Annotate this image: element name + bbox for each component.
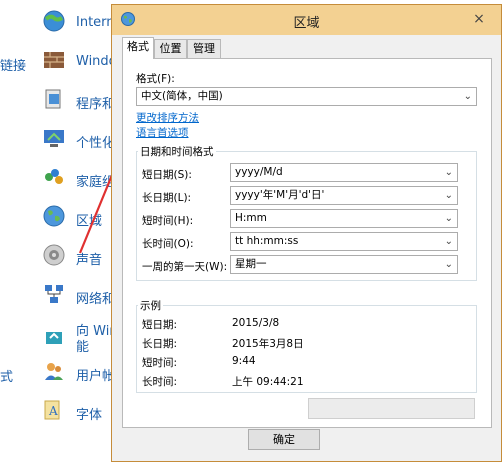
datetime-group-title: 日期和时间格式 [138, 144, 216, 159]
example-long-date-value: 2015年3月8日 [232, 338, 304, 350]
example-short-date-label: 短日期: [142, 319, 178, 331]
short-date-select[interactable]: yyyy/M/d ⌄ [230, 163, 458, 182]
chevron-down-icon: ⌄ [444, 259, 453, 270]
short-date-label: 短日期(S): [142, 169, 192, 181]
chevron-down-icon: ⌄ [444, 236, 453, 247]
example-long-time-value: 上午 09:44:21 [232, 376, 304, 388]
short-date-value: yyyy/M/d [235, 166, 283, 178]
long-time-label: 长时间(O): [142, 238, 194, 250]
long-date-value: yyyy'年'M'月'd'日' [235, 189, 325, 201]
chevron-down-icon: ⌄ [463, 91, 472, 102]
change-sort-link[interactable]: 更改排序方法 [136, 110, 199, 125]
chevron-down-icon: ⌄ [444, 213, 453, 224]
short-time-select[interactable]: H:mm ⌄ [230, 209, 458, 228]
examples-group [136, 305, 477, 393]
tab-location[interactable]: 位置 [154, 39, 187, 59]
long-date-select[interactable]: yyyy'年'M'月'd'日' ⌄ [230, 186, 458, 205]
examples-group-title: 示例 [138, 298, 163, 313]
short-time-label: 短时间(H): [142, 215, 194, 227]
first-day-value: 星期一 [235, 258, 267, 270]
chevron-down-icon: ⌄ [444, 167, 453, 178]
format-tab-panel: 格式(F): 中文(简体，中国) ⌄ 更改排序方法 语言首选项 日期和时间格式 … [122, 58, 492, 428]
short-time-value: H:mm [235, 212, 267, 224]
language-preferences-link[interactable]: 语言首选项 [136, 125, 189, 140]
example-short-time-label: 短时间: [142, 357, 178, 369]
first-day-select[interactable]: 星期一 ⌄ [230, 255, 458, 274]
ok-button[interactable]: 确定 [248, 429, 320, 450]
tab-format[interactable]: 格式 [122, 37, 154, 59]
title-bar[interactable]: 区域 × [112, 5, 501, 35]
format-select-value: 中文(简体，中国) [141, 90, 223, 102]
tab-administrative[interactable]: 管理 [187, 39, 221, 59]
screen: Intern 链接 Windo 程序和 个性化 家庭组 区域 声音 网络和 向 … [0, 0, 502, 462]
first-day-label: 一周的第一天(W): [142, 261, 228, 273]
region-dialog: 区域 × 格式 位置 管理 格式(F): 中文(简体，中国) ⌄ 更改排序方法 … [111, 4, 502, 462]
long-time-value: tt hh:mm:ss [235, 235, 299, 247]
close-button[interactable]: × [469, 9, 489, 29]
example-short-time-value: 9:44 [232, 355, 256, 367]
example-long-time-label: 长时间: [142, 376, 178, 388]
long-time-select[interactable]: tt hh:mm:ss ⌄ [230, 232, 458, 251]
long-date-label: 长日期(L): [142, 192, 192, 204]
chevron-down-icon: ⌄ [444, 190, 453, 201]
example-long-date-label: 长日期: [142, 338, 178, 350]
format-select[interactable]: 中文(简体，中国) ⌄ [136, 87, 477, 106]
dialog-title: 区域 [293, 16, 320, 31]
format-label: 格式(F): [136, 73, 175, 85]
additional-settings-button[interactable] [308, 398, 475, 419]
example-short-date-value: 2015/3/8 [232, 317, 280, 329]
